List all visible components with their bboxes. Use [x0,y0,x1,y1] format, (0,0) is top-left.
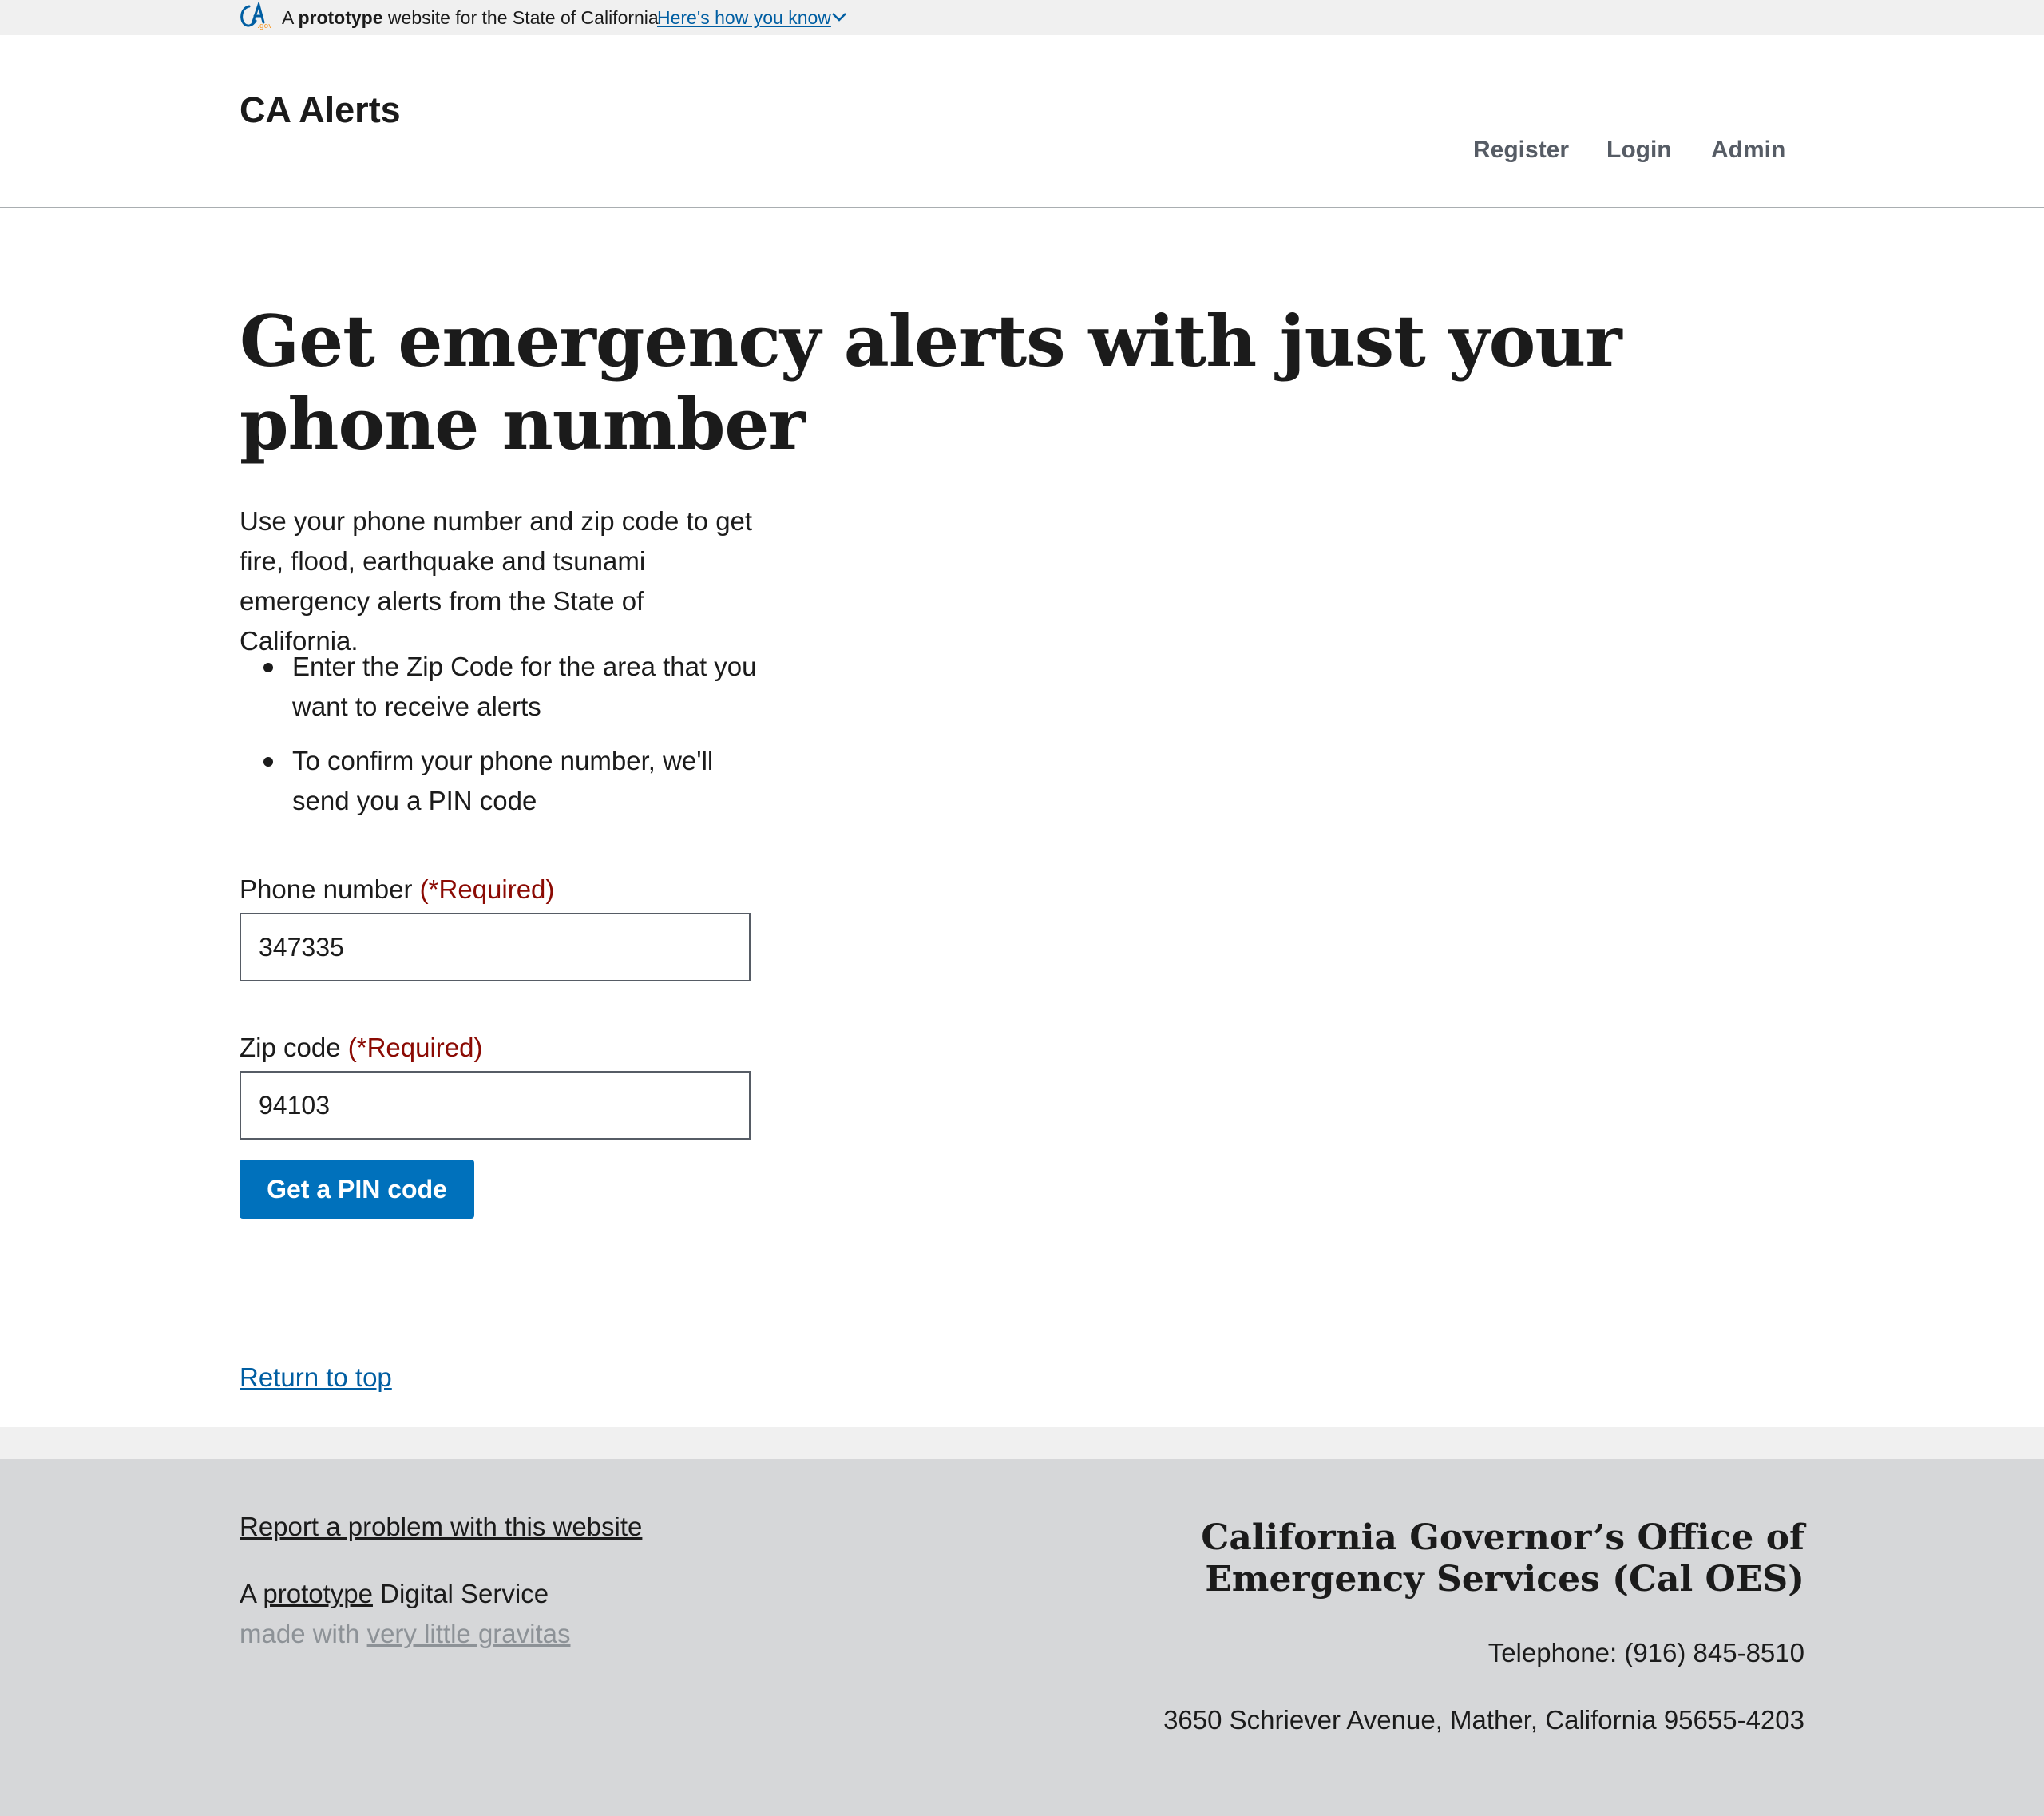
zip-required-marker: (*Required) [347,1033,483,1062]
banner-prototype-word: prototype [298,7,383,28]
credit-line-1: A prototype Digital Service [240,1576,549,1612]
banner-prefix: A [282,7,294,28]
site-title[interactable]: CA Alerts [240,88,401,133]
zip-label-text: Zip code [240,1033,341,1062]
chevron-down-icon[interactable] [831,11,847,22]
list-item-text: Enter the Zip Code for the area that you… [292,652,757,721]
credit-prefix: A [240,1579,256,1608]
heres-how-you-know-link[interactable]: Here's how you know [657,6,831,30]
return-to-top-link[interactable]: Return to top [240,1360,392,1395]
nav-admin-link[interactable]: Admin [1711,134,1785,166]
nav-login-link[interactable]: Login [1606,134,1672,166]
prototype-link[interactable]: prototype [263,1579,373,1608]
bullet-icon [263,663,273,672]
banner-suffix: website for the State of California [387,7,659,28]
bullet-icon [263,757,273,767]
get-pin-code-button[interactable]: Get a PIN code [240,1160,474,1219]
list-item-text: To confirm your phone number, we'll send… [292,746,714,815]
agency-name-line-1: California Governor’s Office of [1201,1517,1804,1558]
nav-register-link[interactable]: Register [1473,134,1569,166]
credit-digital-service: Digital Service [380,1579,549,1608]
gravitas-link[interactable]: very little gravitas [367,1619,571,1648]
page-title: Get emergency alerts with just your phon… [240,299,1622,466]
zip-code-label: Zip code (*Required) [240,1030,483,1065]
phone-number-input[interactable] [240,913,751,981]
phone-required-marker: (*Required) [419,874,555,904]
banner-text: A prototype website for the State of Cal… [282,6,659,30]
intro-text: Use your phone number and zip code to ge… [240,506,753,656]
agency-name: California Governor’s Office of Emergenc… [1118,1517,1804,1600]
credit-made-with: made with [240,1619,360,1648]
svg-text:.gov: .gov [257,22,271,30]
list-item: To confirm your phone number, we'll send… [240,741,766,821]
gov-banner: .gov A prototype website for the State o… [0,0,2044,35]
zip-code-input[interactable] [240,1071,751,1140]
credit-line-2: made with very little gravitas [240,1616,571,1651]
list-item: Enter the Zip Code for the area that you… [240,647,766,727]
report-problem-link[interactable]: Report a problem with this website [240,1509,642,1544]
phone-number-label: Phone number (*Required) [240,872,554,907]
instructions-list: Enter the Zip Code for the area that you… [240,647,766,835]
agency-telephone: Telephone: (916) 845-8510 [1487,1638,1804,1667]
agency-address: 3650 Schriever Avenue, Mather, Californi… [1163,1705,1804,1735]
footer-top-band [0,1427,2044,1459]
ca-gov-logo-icon: .gov [240,2,271,30]
phone-label-text: Phone number [240,874,413,904]
agency-name-line-2: Emergency Services (Cal OES) [1205,1559,1804,1600]
